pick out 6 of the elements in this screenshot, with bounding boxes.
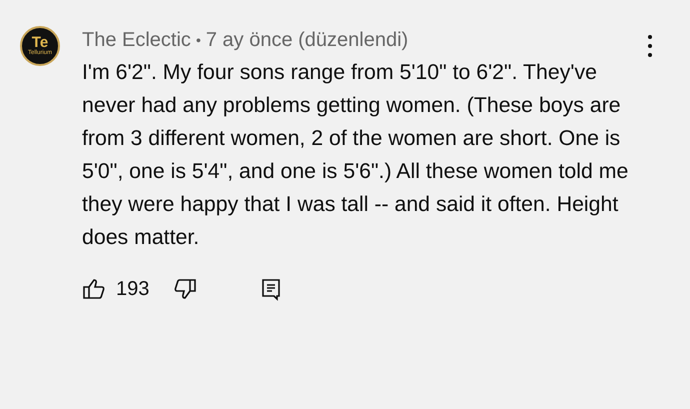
like-count: 193 (116, 278, 150, 300)
comment-text: I'm 6'2". My four sons range from 5'10" to 6'2". They've never had any problems getting women. (These boys are from 3 different women, 2 of the women are short. One is 5'0", one is 5'4", and one is 5'6".) All these women told me they were happy that I was tall -- and said it often. Height does matter. (82, 59, 630, 251)
comment-time: 7 ay önce (düzenlendi) (206, 28, 408, 52)
avatar-symbol: Te (32, 36, 48, 50)
author-name[interactable]: The Eclectic (82, 28, 191, 52)
separator-dot: • (196, 32, 201, 48)
